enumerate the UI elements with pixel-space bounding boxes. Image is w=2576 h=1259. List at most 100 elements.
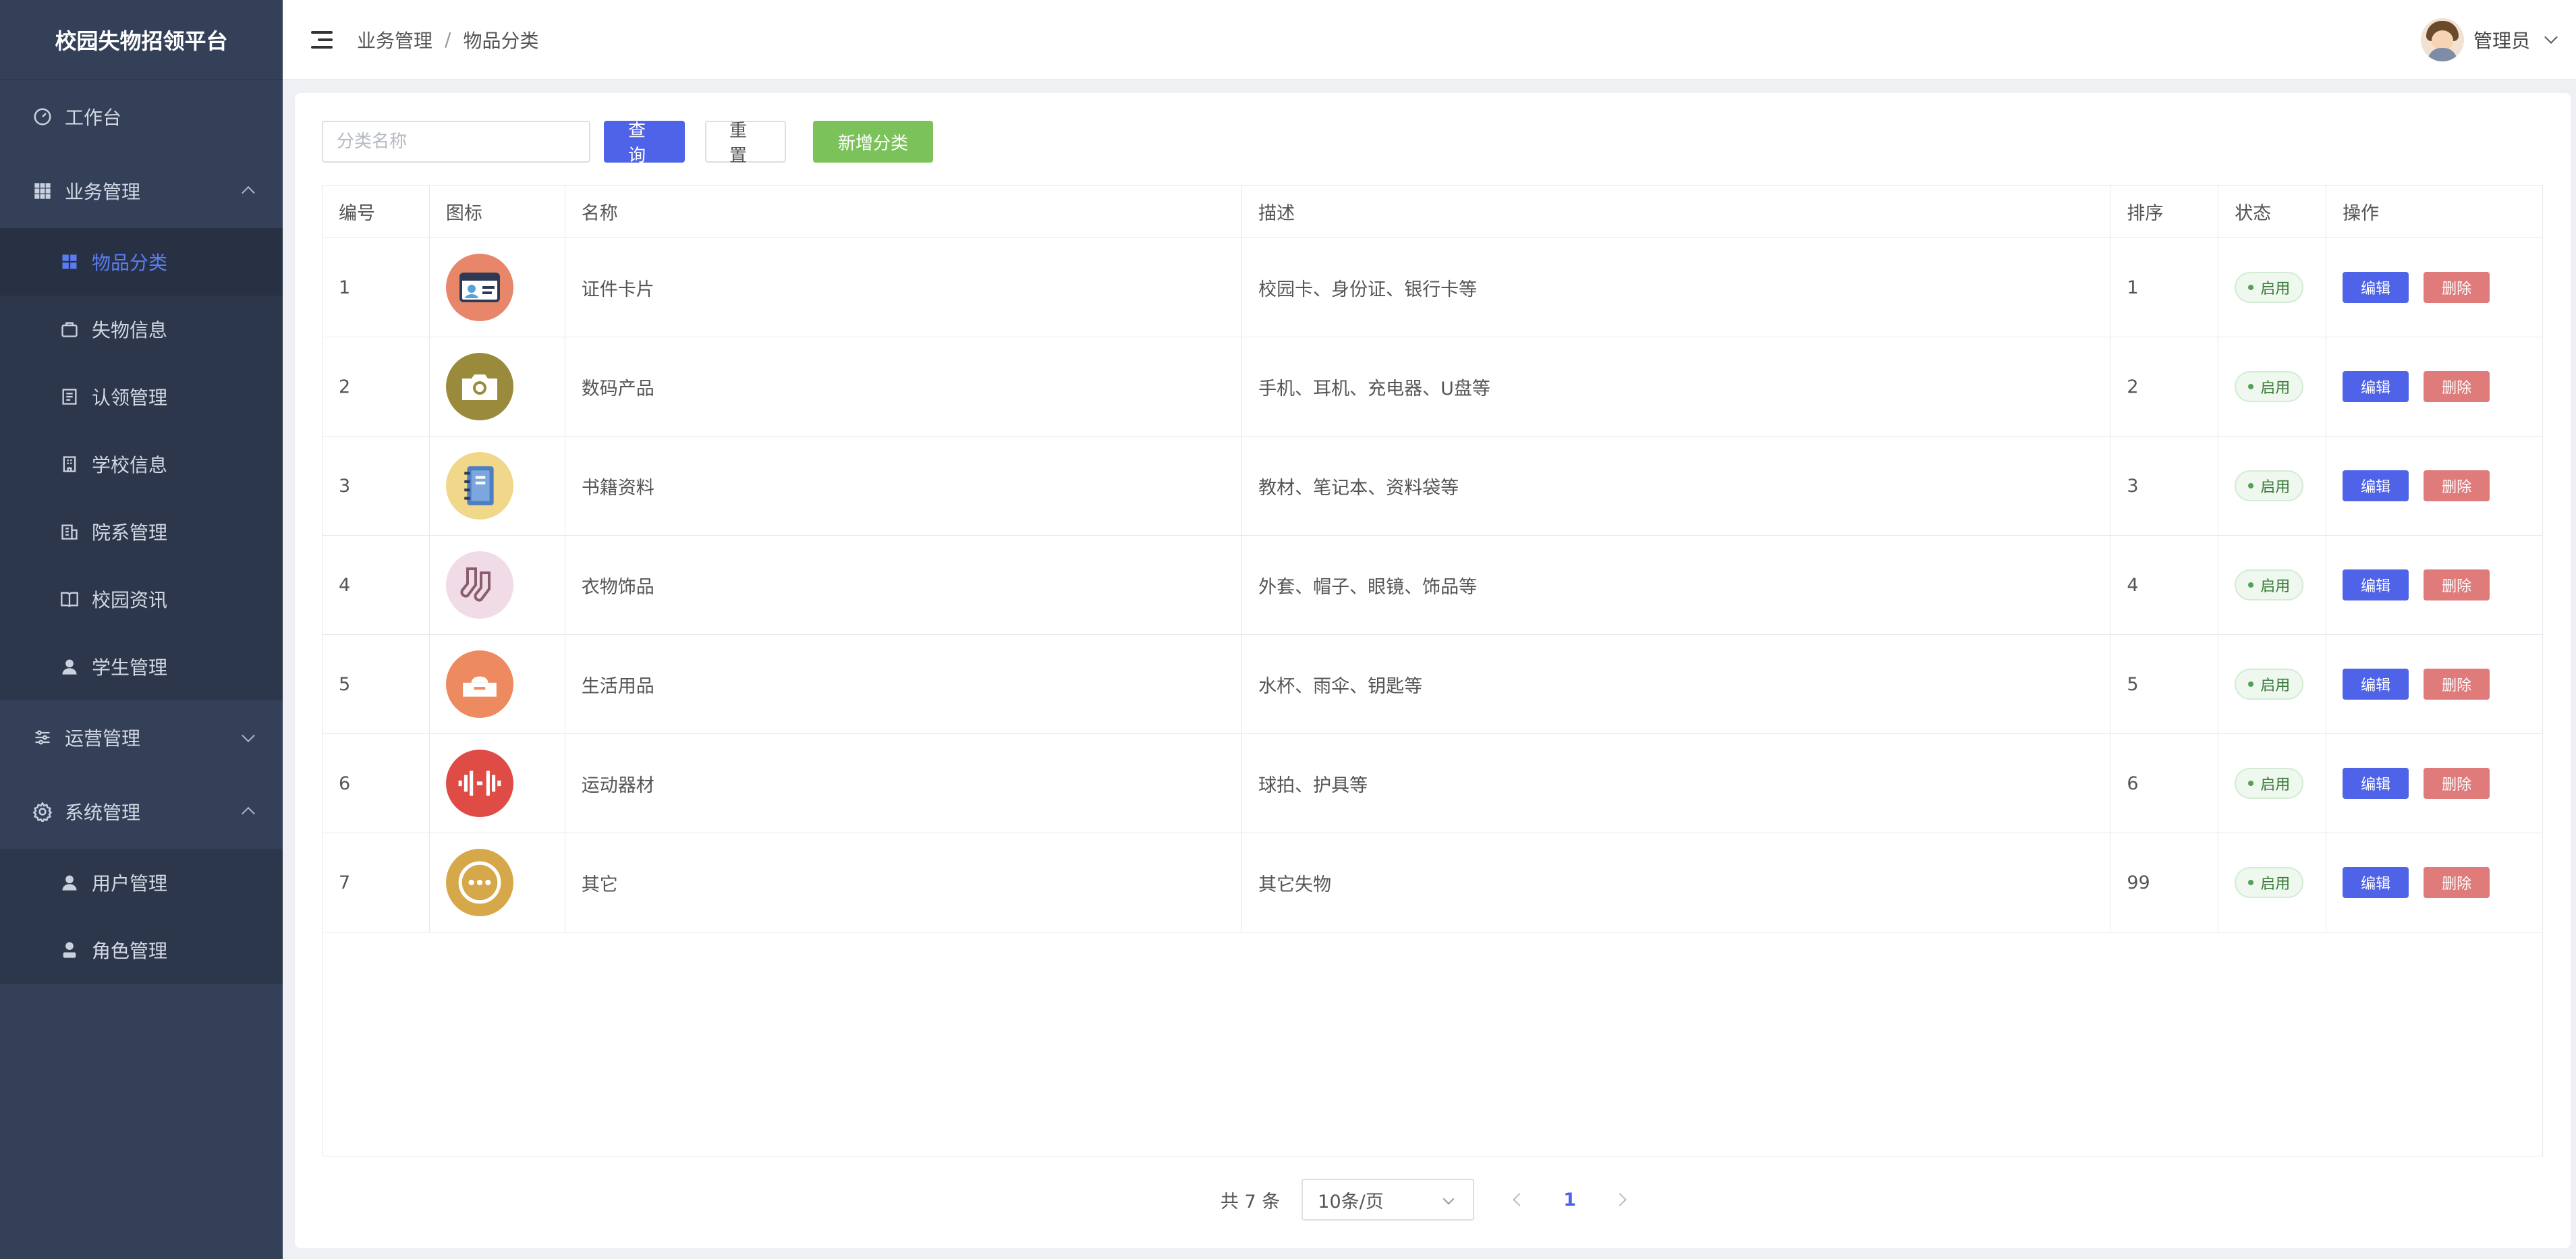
cell-name: 衣物饰品 [565,536,1243,634]
delete-button[interactable]: 删除 [2424,867,2490,898]
status-badge: 启用 [2235,867,2304,898]
edit-button[interactable]: 编辑 [2343,272,2409,303]
cell-id: 4 [323,536,430,634]
cell-actions: 编辑 删除 [2326,635,2542,733]
status-badge: 启用 [2235,569,2304,600]
delete-button[interactable]: 删除 [2424,768,2490,799]
status-badge: 启用 [2235,470,2304,501]
delete-button[interactable]: 删除 [2424,371,2490,402]
chevron-down-icon [2544,30,2558,44]
status-badge: 启用 [2235,768,2304,799]
edit-button[interactable]: 编辑 [2343,768,2409,799]
query-button[interactable]: 查询 [604,121,685,166]
cell-sort: 4 [2110,536,2219,634]
sidebar-item[interactable]: 学校信息 [0,430,283,498]
column-header: 状态 [2218,186,2327,237]
sidebar-menu: 工作台业务管理物品分类失物信息认领管理 学校信息院系管理校园资讯学生管理 运营管理系… [0,80,283,984]
page-number[interactable]: 1 [1563,1190,1576,1210]
role-icon [58,939,81,961]
add-category-button[interactable]: 新增分类 [813,121,933,163]
table-row: 5 生活用品 水杯、雨伞、钥匙等 5 启用 编辑 删除 [323,635,2542,734]
sidebar-item-label: 失物信息 [92,319,168,341]
gear-icon [31,800,54,823]
edit-button[interactable]: 编辑 [2343,867,2409,898]
table-row: 1 证件卡片 校园卡、身份证、银行卡等 1 启用 编辑 删除 [323,238,2542,337]
sidebar-item[interactable]: 运营管理 [0,700,283,775]
sliders-icon [31,726,54,749]
sidebar-item[interactable]: 失物信息 [0,296,283,363]
cell-id: 1 [323,238,430,337]
sidebar-item[interactable]: 用户管理 [0,849,283,916]
sidebar-item-label: 工作台 [65,107,122,129]
reset-button[interactable]: 重置 [705,121,786,166]
header: 业务管理 / 物品分类 管理员 [283,0,2576,80]
cell-name: 书籍资料 [565,437,1243,535]
sidebar-item[interactable]: 院系管理 [0,498,283,565]
category-icon [58,250,81,273]
delete-button[interactable]: 删除 [2424,669,2490,700]
table-header: 编号 图标 名称 描述 排序 状态 操作 [323,186,2542,238]
bag-icon [58,318,81,341]
sidebar-item-label: 角色管理 [92,940,168,962]
cell-icon [430,238,565,337]
column-header: 图标 [430,186,565,237]
chevron-up-icon [242,186,255,200]
page-size-select[interactable]: 10条/页 [1301,1179,1475,1221]
edit-button[interactable]: 编辑 [2343,470,2409,501]
breadcrumb-item[interactable]: 业务管理 [357,26,432,53]
menu-toggle-icon[interactable] [311,30,333,49]
category-table: 编号 图标 名称 描述 排序 状态 操作 1 证件卡片 校园卡、身份证、银行卡等 1 启… [322,185,2543,1156]
id-card-icon [445,254,513,321]
delete-button[interactable]: 删除 [2424,272,2490,303]
sidebar-item[interactable]: 校园资讯 [0,565,283,633]
delete-button[interactable]: 删除 [2424,569,2490,600]
sidebar: 校园失物招领平台 工作台 业务管理 物品分类 失物信息 认领管理 学校信息 院系管理 校园资讯… [0,0,283,1259]
sidebar-item-label: 业务管理 [65,181,141,203]
sidebar-item[interactable]: 学生管理 [0,633,283,700]
cell-icon [430,833,565,932]
cell-actions: 编辑 删除 [2326,734,2542,833]
sidebar-item-label: 用户管理 [92,872,168,895]
cell-status: 启用 [2218,734,2327,833]
sidebar-item[interactable]: 系统管理 [0,775,283,849]
cell-icon [430,437,565,535]
sidebar-item[interactable]: 认领管理 [0,363,283,430]
sidebar-item[interactable]: 工作台 [0,80,283,154]
delete-button[interactable]: 删除 [2424,470,2490,501]
sidebar-item-label: 校园资讯 [92,589,168,611]
edit-button[interactable]: 编辑 [2343,569,2409,600]
cell-icon [430,734,565,833]
cell-name: 运动器材 [565,734,1243,833]
cell-description: 手机、耳机、充电器、U盘等 [1242,337,2111,436]
cell-name: 其它 [565,833,1243,932]
cell-sort: 1 [2110,238,2219,337]
cell-id: 3 [323,437,430,535]
pagination: 共 7 条 10条/页 1 [295,1178,2571,1221]
main-card: 查询 重置 新增分类 编号 图标 名称 描述 排序 状态 操作 1 证件卡片校园卡… [295,93,2571,1248]
cell-description: 教材、笔记本、资料袋等 [1242,437,2111,535]
search-input[interactable] [322,121,590,163]
cell-sort: 2 [2110,337,2219,436]
table-row: 4 衣物饰品 外套、帽子、眼镜、饰品等 4 启用 编辑 删除 [323,536,2542,635]
cell-icon [430,536,565,634]
sidebar-item[interactable]: 物品分类 [0,228,283,296]
cell-status: 启用 [2218,238,2327,337]
camera-icon [445,353,513,420]
cell-status: 启用 [2218,635,2327,733]
toolbar: 查询 重置 新增分类 [322,120,933,166]
edit-button[interactable]: 编辑 [2343,371,2409,402]
sidebar-item[interactable]: 业务管理 [0,154,283,228]
next-page-icon[interactable] [1613,1193,1627,1206]
sidebar-item[interactable]: 角色管理 [0,916,283,984]
breadcrumb-separator: / [445,28,451,51]
prev-page-icon[interactable] [1513,1193,1527,1206]
user-menu[interactable]: 管理员 [2420,0,2558,80]
dashboard-icon [31,105,54,128]
chevron-up-icon [242,806,255,820]
cell-id: 6 [323,734,430,833]
cell-id: 7 [323,833,430,932]
sidebar-item-label: 院系管理 [92,522,168,544]
cell-icon [430,635,565,733]
cell-actions: 编辑 删除 [2326,437,2542,535]
edit-button[interactable]: 编辑 [2343,669,2409,700]
